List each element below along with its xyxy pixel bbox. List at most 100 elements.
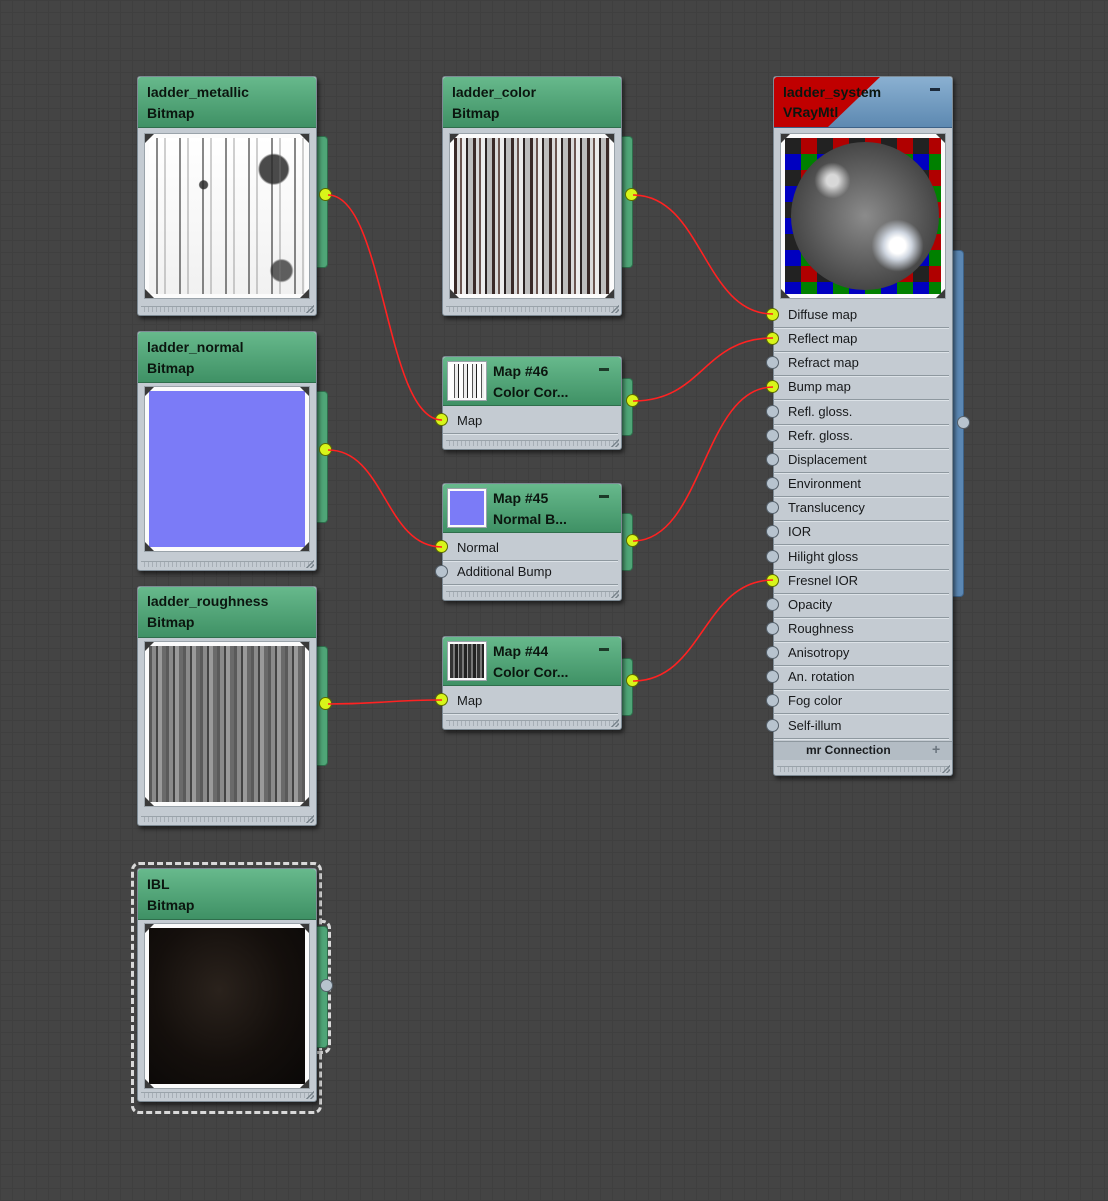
node-title: ladder_metallic	[147, 84, 249, 100]
map-thumbnail	[447, 488, 487, 528]
slot-an-rotation[interactable]: An. rotation	[774, 665, 949, 691]
slot-opacity[interactable]: Opacity	[774, 593, 949, 618]
input-socket-map[interactable]	[435, 693, 448, 706]
slot-refr-gloss[interactable]: Refr. gloss.	[774, 424, 949, 449]
minimize-icon[interactable]	[930, 88, 940, 91]
plus-icon[interactable]: +	[932, 741, 940, 757]
input-socket[interactable]	[766, 549, 779, 563]
node-ladder-normal[interactable]: ladder_normal Bitmap	[137, 331, 334, 571]
slot-label: An. rotation	[788, 669, 855, 685]
slot-hilight-gloss[interactable]: Hilight gloss	[774, 545, 949, 570]
output-socket[interactable]	[320, 979, 333, 992]
wire-map46-to-reflect[interactable]	[632, 337, 774, 402]
node-map44[interactable]: Map #44 Color Cor... Map	[435, 636, 639, 730]
wire-map44-to-fresnel[interactable]	[632, 579, 774, 682]
mr-connection-label: mr Connection	[806, 743, 891, 757]
slot-displacement[interactable]: Displacement	[774, 448, 949, 473]
slot-normal[interactable]: Normal	[443, 536, 618, 561]
node-type: Bitmap	[452, 105, 500, 121]
wire-roughness-to-map44[interactable]	[327, 699, 443, 705]
output-socket[interactable]	[319, 188, 332, 201]
slot-label: Environment	[788, 476, 861, 492]
output-socket[interactable]	[626, 534, 639, 547]
slot-bump-map[interactable]: Bump map	[774, 375, 949, 401]
node-ladder-color[interactable]: ladder_color Bitmap	[442, 76, 639, 316]
node-type: Bitmap	[147, 614, 195, 630]
mr-connection-bar[interactable]: mr Connection +	[774, 741, 952, 760]
wire-metallic-to-map46[interactable]	[327, 194, 443, 421]
output-socket[interactable]	[625, 188, 638, 201]
slot-label: Normal	[457, 540, 499, 555]
node-ladder-system[interactable]: ladder_system VRayMtl Diffuse map Reflect…	[766, 76, 973, 776]
bitmap-thumbnail	[144, 641, 310, 807]
slot-anisotropy[interactable]: Anisotropy	[774, 641, 949, 667]
node-type: Color Cor...	[493, 664, 569, 680]
input-socket[interactable]	[766, 452, 779, 466]
node-title: ladder_system	[783, 84, 882, 100]
slot-environment[interactable]: Environment	[774, 472, 949, 498]
node-ladder-roughness[interactable]: ladder_roughness Bitmap	[137, 586, 334, 826]
node-map46[interactable]: Map #46 Color Cor... Map	[435, 356, 639, 450]
slot-label: Fog color	[788, 693, 843, 709]
input-socket[interactable]	[766, 597, 779, 611]
input-socket[interactable]	[766, 718, 779, 732]
slot-label: IOR	[788, 524, 812, 540]
input-socket[interactable]	[766, 573, 779, 587]
input-socket[interactable]	[766, 308, 779, 321]
slot-label: Map	[457, 413, 483, 428]
slot-label: Translucency	[788, 500, 865, 516]
input-socket[interactable]	[766, 428, 779, 442]
slot-ior[interactable]: IOR	[774, 520, 949, 546]
output-socket[interactable]	[957, 416, 970, 429]
slot-label: Diffuse map	[788, 307, 858, 322]
slot-refract-map[interactable]: Refract map	[774, 351, 949, 377]
input-socket[interactable]	[766, 477, 779, 491]
output-socket[interactable]	[319, 697, 332, 710]
input-socket[interactable]	[766, 404, 779, 418]
node-title: ladder_color	[452, 84, 537, 100]
output-socket[interactable]	[626, 394, 639, 407]
slot-reflect-map[interactable]: Reflect map	[774, 327, 949, 353]
input-socket-normal[interactable]	[435, 540, 448, 553]
wire-normal-to-map45[interactable]	[327, 449, 443, 548]
slot-self-illum[interactable]: Self-illum	[774, 714, 949, 739]
slot-label: Refr. gloss.	[788, 427, 854, 443]
input-socket[interactable]	[766, 646, 779, 660]
slot-fresnel-ior[interactable]: Fresnel IOR	[774, 569, 949, 594]
bitmap-thumbnail	[144, 923, 310, 1089]
slot-label: Additional Bump	[457, 564, 552, 579]
slot-additional-bump[interactable]: Additional Bump	[443, 560, 618, 585]
output-socket[interactable]	[626, 674, 639, 687]
slot-map[interactable]: Map	[443, 689, 618, 714]
slot-translucency[interactable]: Translucency	[774, 496, 949, 522]
node-ibl[interactable]: IBL Bitmap	[137, 868, 334, 1108]
node-type: Bitmap	[147, 360, 195, 376]
node-title: Map #44	[493, 643, 549, 659]
input-socket[interactable]	[766, 621, 779, 635]
wire-color-to-diffuse[interactable]	[632, 194, 774, 315]
wire-map45-to-bump[interactable]	[632, 386, 774, 542]
slot-refl-gloss[interactable]: Refl. gloss.	[774, 400, 949, 425]
minimize-icon[interactable]	[599, 495, 609, 498]
node-ladder-metallic[interactable]: ladder_metallic Bitmap	[137, 76, 334, 316]
slot-fog-color[interactable]: Fog color	[774, 689, 949, 715]
slot-label: Anisotropy	[788, 645, 850, 661]
input-socket-map[interactable]	[435, 413, 448, 426]
output-socket[interactable]	[319, 443, 332, 456]
input-socket-additional-bump[interactable]	[435, 565, 448, 578]
slot-diffuse-map[interactable]: Diffuse map	[774, 303, 949, 328]
node-type: VRayMtl	[783, 104, 839, 120]
minimize-icon[interactable]	[599, 648, 609, 651]
node-map45[interactable]: Map #45 Normal B... Normal Additional Bu…	[435, 483, 639, 601]
slot-roughness[interactable]: Roughness	[774, 617, 949, 642]
bitmap-thumbnail	[144, 386, 310, 552]
slot-label: Self-illum	[788, 717, 842, 733]
node-title: Map #46	[493, 363, 549, 379]
node-title: Map #45	[493, 490, 549, 506]
slot-label: Map	[457, 693, 483, 708]
slot-map[interactable]: Map	[443, 409, 618, 434]
minimize-icon[interactable]	[599, 368, 609, 371]
map-thumbnail	[447, 641, 487, 681]
slot-label: Refl. gloss.	[788, 403, 853, 419]
bitmap-thumbnail	[449, 133, 615, 299]
